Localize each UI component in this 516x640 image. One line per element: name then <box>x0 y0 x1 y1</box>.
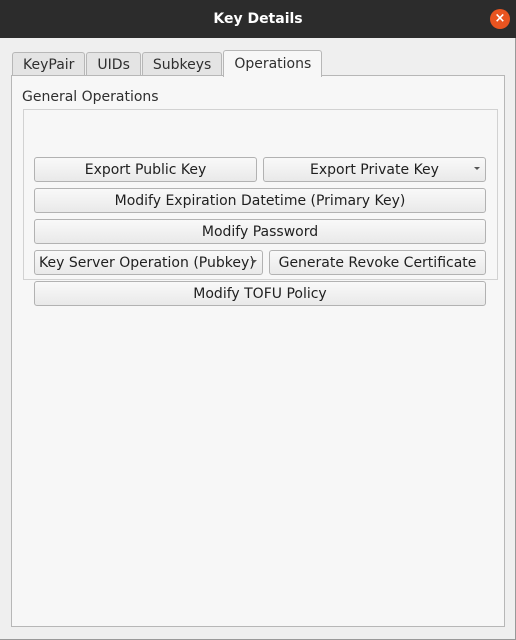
export-public-key-button[interactable]: Export Public Key <box>34 157 257 182</box>
tab-subkeys[interactable]: Subkeys <box>141 52 223 76</box>
modify-password-button[interactable]: Modify Password <box>34 219 486 244</box>
tab-bar: KeyPair UIDs Subkeys Operations <box>12 50 323 77</box>
close-icon[interactable]: × <box>490 9 510 29</box>
dropdown-arrow-icon <box>251 260 257 263</box>
modify-tofu-policy-button[interactable]: Modify TOFU Policy <box>34 281 486 306</box>
modify-expiration-label: Modify Expiration Datetime (Primary Key) <box>114 192 406 209</box>
key-server-operation-label: Key Server Operation (Pubkey) <box>39 254 255 271</box>
modify-expiration-button[interactable]: Modify Expiration Datetime (Primary Key) <box>34 188 486 213</box>
general-operations-title: General Operations <box>22 89 159 105</box>
tab-uids[interactable]: UIDs <box>86 52 141 76</box>
export-public-key-label: Export Public Key <box>84 161 207 178</box>
dropdown-arrow-icon <box>474 167 480 170</box>
modify-password-label: Modify Password <box>201 223 319 240</box>
tab-operations[interactable]: Operations <box>223 50 323 77</box>
generate-revoke-certificate-label: Generate Revoke Certificate <box>278 254 477 271</box>
operations-tab-pane: General Operations Export Public Key Exp… <box>11 75 505 627</box>
generate-revoke-certificate-button[interactable]: Generate Revoke Certificate <box>269 250 486 275</box>
export-private-key-label: Export Private Key <box>310 161 439 178</box>
window-title: Key Details <box>213 11 303 27</box>
export-private-key-button[interactable]: Export Private Key <box>263 157 486 182</box>
modify-tofu-policy-label: Modify TOFU Policy <box>193 285 327 302</box>
title-bar: Key Details × <box>0 0 516 38</box>
key-details-window: Key Details × KeyPair UIDs Subkeys Opera… <box>0 0 516 640</box>
key-server-operation-button[interactable]: Key Server Operation (Pubkey) <box>34 250 263 275</box>
dialog-content: KeyPair UIDs Subkeys Operations General … <box>0 38 516 640</box>
tab-keypair[interactable]: KeyPair <box>12 52 86 76</box>
